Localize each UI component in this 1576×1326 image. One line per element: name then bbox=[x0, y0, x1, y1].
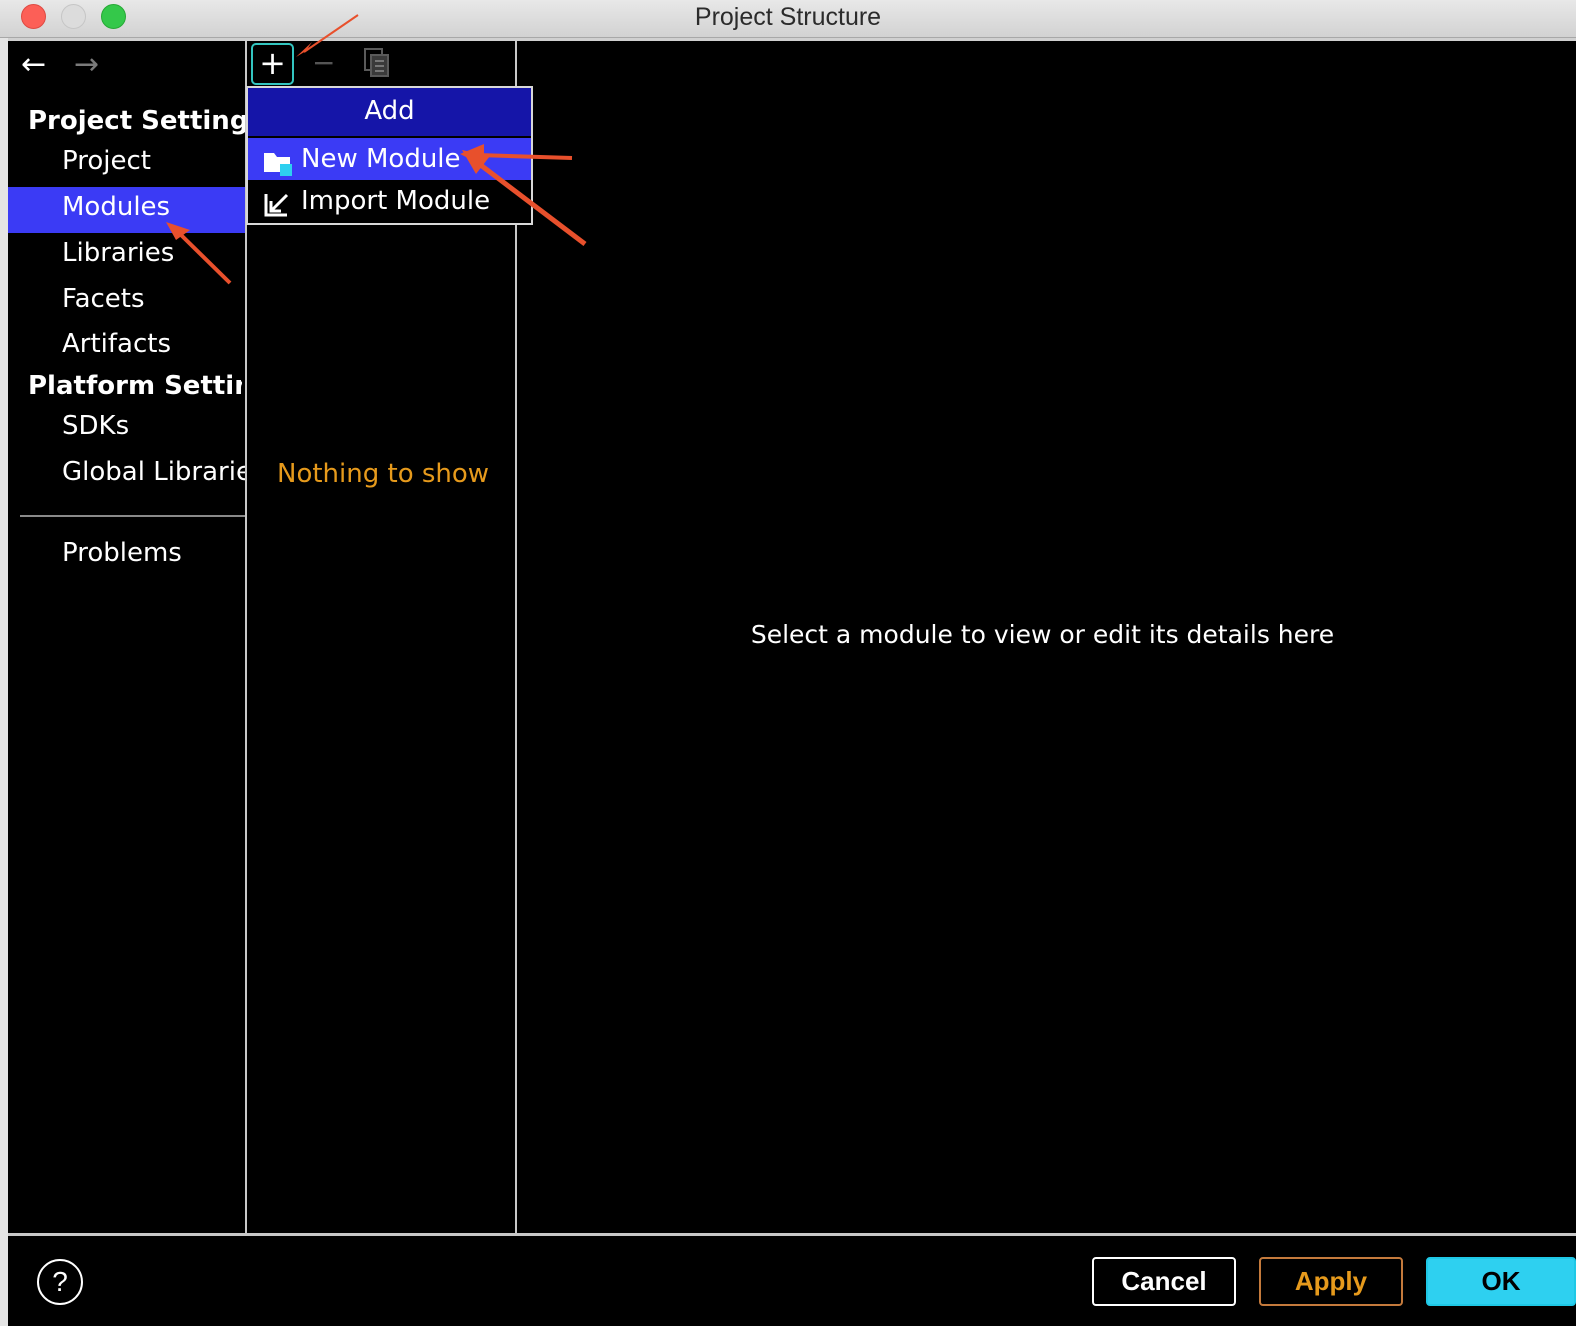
menu-item-new-module[interactable]: New Module bbox=[248, 138, 531, 180]
sidebar-item-artifacts[interactable]: Artifacts bbox=[62, 329, 171, 359]
forward-arrow-icon[interactable]: → bbox=[74, 45, 99, 85]
cancel-button[interactable]: Cancel bbox=[1092, 1257, 1236, 1306]
folder-module-icon bbox=[263, 147, 293, 176]
ok-button[interactable]: OK bbox=[1426, 1257, 1576, 1306]
remove-button[interactable]: − bbox=[312, 44, 336, 84]
copy-icon[interactable] bbox=[364, 48, 390, 78]
window-title: Project Structure bbox=[694, 3, 882, 31]
sidebar-item-modules[interactable]: Modules bbox=[62, 192, 170, 222]
details-placeholder: Select a module to view or edit its deta… bbox=[750, 620, 1335, 649]
sidebar-item-sdks[interactable]: SDKs bbox=[62, 411, 129, 441]
menu-item-label: Import Module bbox=[301, 186, 491, 216]
bottom-separator bbox=[8, 1233, 1576, 1236]
help-button[interactable]: ? bbox=[37, 1259, 83, 1305]
window-frame bbox=[0, 38, 8, 1326]
popup-header: Add bbox=[248, 88, 531, 136]
empty-list-text: Nothing to show bbox=[277, 459, 490, 489]
sidebar-item-project[interactable]: Project bbox=[62, 146, 151, 176]
sidebar-divider bbox=[20, 515, 245, 517]
add-popup-menu: Add New Module Import Module bbox=[246, 86, 533, 225]
section-platform-settings: Platform Setting bbox=[28, 371, 242, 401]
sidebar-item-global-libraries[interactable]: Global Librarie bbox=[62, 457, 245, 487]
menu-item-label: New Module bbox=[301, 144, 461, 174]
section-project-settings: Project Settings bbox=[28, 106, 264, 136]
sidebar-item-facets[interactable]: Facets bbox=[62, 284, 145, 314]
menu-item-import-module[interactable]: Import Module bbox=[248, 180, 531, 222]
add-button[interactable]: + bbox=[251, 43, 294, 85]
back-arrow-icon[interactable]: ← bbox=[21, 45, 46, 85]
import-arrow-icon bbox=[263, 189, 293, 217]
apply-button[interactable]: Apply bbox=[1259, 1257, 1403, 1306]
title-bar: Project Structure bbox=[0, 0, 1576, 38]
details-panel: Select a module to view or edit its deta… bbox=[517, 41, 1576, 1233]
sidebar-item-libraries[interactable]: Libraries bbox=[62, 238, 174, 268]
sidebar-item-problems[interactable]: Problems bbox=[62, 538, 182, 568]
